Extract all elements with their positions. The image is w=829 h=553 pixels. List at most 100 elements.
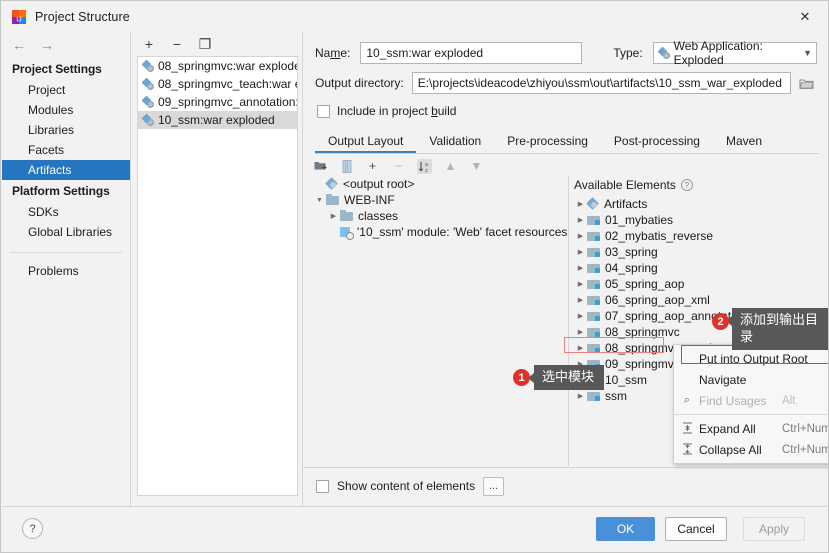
tree-node-label: '10_ssm' module: 'Web' facet resources [357, 225, 568, 239]
tree-node-web-inf[interactable]: ▼ WEB-INF [311, 192, 568, 208]
arrow-left-icon[interactable]: ← [12, 38, 26, 52]
menu-item-collapse-all[interactable]: Collapse All Ctrl+NumP [674, 439, 828, 460]
tree-node-06-spring-aop-xml[interactable]: ▶ 06_spring_aop_xml [570, 292, 827, 308]
chevron-right-icon[interactable]: ▶ [574, 328, 587, 336]
menu-item-put-into-output-root[interactable]: Put into Output Root [674, 348, 828, 369]
show-content-checkbox[interactable] [316, 479, 329, 493]
chevron-right-icon[interactable]: ▶ [574, 312, 587, 320]
output-layout-toolbar: + − a z ▲ ▼ [313, 156, 563, 176]
create-archive-button[interactable] [339, 159, 354, 174]
list-item[interactable]: 08_springmvc:war exploded [138, 57, 297, 75]
chevron-right-icon[interactable]: ▶ [574, 280, 587, 288]
menu-item-shortcut: Ctrl+NumPa [782, 422, 828, 435]
chevron-down-icon[interactable]: ▼ [313, 197, 326, 204]
name-label: Name: [315, 46, 351, 60]
tree-node-artifacts[interactable]: ▶ Artifacts [570, 196, 827, 212]
output-layout-tree[interactable]: ▶ <output root> ▼ WEB-INF ▶ classes ▶ '1… [311, 176, 569, 466]
settings-sidebar: ← → Project Settings Project Modules Lib… [2, 32, 131, 508]
arrow-right-icon[interactable]: → [40, 38, 54, 52]
cancel-button[interactable]: Cancel [665, 517, 727, 541]
module-icon [587, 326, 601, 338]
chevron-right-icon[interactable]: ▶ [574, 200, 587, 208]
sidebar-item-libraries[interactable]: Libraries [2, 120, 130, 140]
tree-node-label: WEB-INF [344, 193, 395, 207]
chevron-right-icon[interactable]: ▶ [574, 248, 587, 256]
chevron-right-icon[interactable]: ▶ [574, 296, 587, 304]
menu-item-expand-all[interactable]: Expand All Ctrl+NumPa [674, 418, 828, 439]
chevron-right-icon[interactable]: ▶ [327, 212, 340, 220]
artifact-icon [658, 47, 671, 60]
sidebar-item-facets[interactable]: Facets [2, 140, 130, 160]
artifacts-toolbar: + − ❐ [132, 32, 302, 56]
include-in-build-row[interactable]: Include in project build [317, 104, 456, 118]
sidebar-item-global-libraries[interactable]: Global Libraries [2, 222, 130, 242]
sidebar-item-artifacts[interactable]: Artifacts [2, 160, 130, 180]
artifact-root-icon [326, 178, 339, 191]
intellij-idea-icon: IJ [11, 9, 27, 25]
list-item[interactable]: 09_springmvc_annotation:Web exploded [138, 93, 297, 111]
svg-text:z: z [425, 168, 428, 173]
tree-node-output-root[interactable]: ▶ <output root> [311, 176, 568, 192]
sort-button[interactable]: a z [417, 158, 432, 174]
menu-item-label: Expand All [699, 421, 756, 436]
chevron-right-icon[interactable]: ▶ [574, 232, 587, 240]
module-icon [587, 278, 601, 290]
sidebar-item-problems[interactable]: Problems [2, 261, 130, 281]
module-icon [587, 310, 601, 322]
name-input[interactable]: 10_ssm:war exploded [360, 42, 583, 64]
apply-button[interactable]: Apply [743, 517, 805, 541]
tab-maven[interactable]: Maven [713, 131, 775, 153]
menu-item-find-usages: ⌕ Find Usages Alt [674, 390, 828, 411]
annotation-callout-2: 添加到输出目录 [726, 308, 828, 350]
sidebar-item-modules[interactable]: Modules [2, 100, 130, 120]
list-item-label: 08_springmvc_teach:war exploded [158, 77, 297, 91]
project-structure-dialog: IJ Project Structure ✕ ← → Project Setti… [0, 0, 829, 553]
dialog-footer: ? OK Cancel Apply [2, 506, 827, 551]
tab-output-layout[interactable]: Output Layout [315, 131, 417, 153]
help-icon[interactable]: ? [680, 179, 693, 191]
chevron-right-icon[interactable]: ▶ [574, 216, 587, 224]
tree-node-label: 10_ssm [605, 373, 648, 387]
add-artifact-button[interactable]: + [142, 37, 156, 51]
module-icon [587, 246, 601, 258]
tree-node-label: 03_spring [605, 245, 658, 259]
module-icon [587, 262, 601, 274]
output-directory-input[interactable]: E:\projects\ideacode\zhiyou\ssm\out\arti… [411, 72, 791, 94]
tree-node-01-mybaties[interactable]: ▶ 01_mybaties [570, 212, 827, 228]
tree-node-04-spring[interactable]: ▶ 04_spring [570, 260, 827, 276]
help-button[interactable]: ? [22, 518, 43, 539]
tab-pre-processing[interactable]: Pre-processing [494, 131, 601, 153]
menu-item-navigate[interactable]: Navigate [674, 369, 828, 390]
tree-node-classes[interactable]: ▶ classes [311, 208, 568, 224]
include-in-build-checkbox[interactable] [317, 104, 330, 118]
show-content-options-button[interactable]: ... [483, 476, 505, 496]
create-directory-button[interactable] [313, 159, 328, 174]
type-dropdown[interactable]: Web Application: Exploded ▼ [652, 39, 817, 67]
copy-artifact-button[interactable]: ❐ [198, 37, 212, 51]
tree-node-web-facet-resources[interactable]: ▶ '10_ssm' module: 'Web' facet resources [311, 224, 568, 240]
search-icon: ⌕ [683, 393, 691, 406]
chevron-right-icon[interactable]: ▶ [574, 344, 587, 352]
tab-validation[interactable]: Validation [416, 131, 494, 153]
chevron-right-icon[interactable]: ▶ [574, 264, 587, 272]
chevron-right-icon[interactable]: ▶ [574, 392, 587, 400]
tree-node-02-mybatis-reverse[interactable]: ▶ 02_mybatis_reverse [570, 228, 827, 244]
artifacts-list[interactable]: 08_springmvc:war exploded 08_springmvc_t… [137, 56, 298, 496]
sidebar-item-project[interactable]: Project [2, 80, 130, 100]
menu-item-shortcut: Ctrl+NumP [782, 443, 828, 456]
close-icon[interactable]: ✕ [782, 1, 828, 32]
tab-post-processing[interactable]: Post-processing [601, 131, 713, 153]
tree-node-label: 01_mybaties [605, 213, 674, 227]
sidebar-item-sdks[interactable]: SDKs [2, 202, 130, 222]
ok-button[interactable]: OK [596, 517, 655, 541]
remove-artifact-button[interactable]: − [170, 37, 184, 51]
tree-node-05-spring-aop[interactable]: ▶ 05_spring_aop [570, 276, 827, 292]
add-copy-button[interactable]: + [365, 159, 380, 174]
list-item-selected[interactable]: 10_ssm:war exploded [138, 111, 297, 129]
folder-browse-icon[interactable] [795, 72, 817, 94]
tree-node-03-spring[interactable]: ▶ 03_spring [570, 244, 827, 260]
sidebar-group-platform-settings: Platform Settings [12, 184, 110, 198]
list-item-label: 10_ssm:war exploded [158, 113, 275, 127]
tree-node-label: 06_spring_aop_xml [605, 293, 710, 307]
list-item[interactable]: 08_springmvc_teach:war exploded [138, 75, 297, 93]
